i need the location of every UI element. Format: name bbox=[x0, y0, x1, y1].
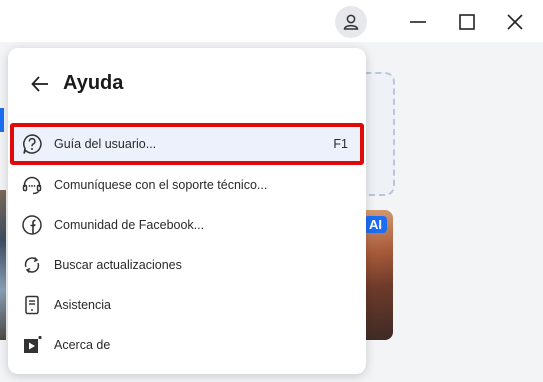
close-button[interactable] bbox=[501, 8, 529, 36]
help-panel: Ayuda Guía del usuario... F1 Comuníquese… bbox=[8, 48, 366, 374]
arrow-left-icon bbox=[31, 76, 48, 92]
minimize-icon bbox=[410, 21, 426, 23]
ai-badge: AI bbox=[364, 216, 387, 233]
close-icon bbox=[507, 14, 523, 30]
menu-item-label: Guía del usuario... bbox=[54, 137, 157, 151]
background-accent-strip bbox=[0, 108, 4, 132]
menu-item-label: Comunidad de Facebook... bbox=[54, 218, 205, 232]
panel-title: Ayuda bbox=[63, 72, 124, 94]
menu-item-support[interactable]: Comuníquese con el soporte técnico... bbox=[12, 166, 362, 204]
menu-item-assistance[interactable]: Asistencia bbox=[12, 286, 362, 324]
title-bar bbox=[0, 0, 543, 42]
panel-header: Ayuda bbox=[8, 48, 366, 120]
about-icon bbox=[20, 333, 44, 357]
menu-item-user-guide[interactable]: Guía del usuario... F1 bbox=[10, 123, 364, 165]
menu-item-facebook-community[interactable]: Comunidad de Facebook... bbox=[12, 206, 362, 244]
refresh-icon bbox=[20, 253, 44, 277]
maximize-button[interactable] bbox=[453, 8, 481, 36]
headset-icon bbox=[20, 173, 44, 197]
back-button[interactable] bbox=[26, 70, 54, 98]
user-icon bbox=[343, 14, 359, 30]
menu-item-label: Asistencia bbox=[54, 298, 111, 312]
minimize-button[interactable] bbox=[404, 8, 432, 36]
menu-item-label: Acerca de bbox=[54, 338, 111, 352]
menu-item-label: Buscar actualizaciones bbox=[54, 258, 182, 272]
question-icon bbox=[20, 132, 44, 156]
menu-item-check-updates[interactable]: Buscar actualizaciones bbox=[12, 246, 362, 284]
background-thumbnail-strip bbox=[0, 190, 6, 340]
maximize-icon bbox=[459, 14, 475, 30]
menu-item-label: Comuníquese con el soporte técnico... bbox=[54, 178, 268, 192]
menu-item-shortcut: F1 bbox=[333, 137, 348, 151]
facebook-icon bbox=[20, 213, 44, 237]
menu-item-about[interactable]: Acerca de bbox=[12, 326, 362, 364]
account-button[interactable] bbox=[335, 6, 367, 38]
document-icon bbox=[20, 293, 44, 317]
